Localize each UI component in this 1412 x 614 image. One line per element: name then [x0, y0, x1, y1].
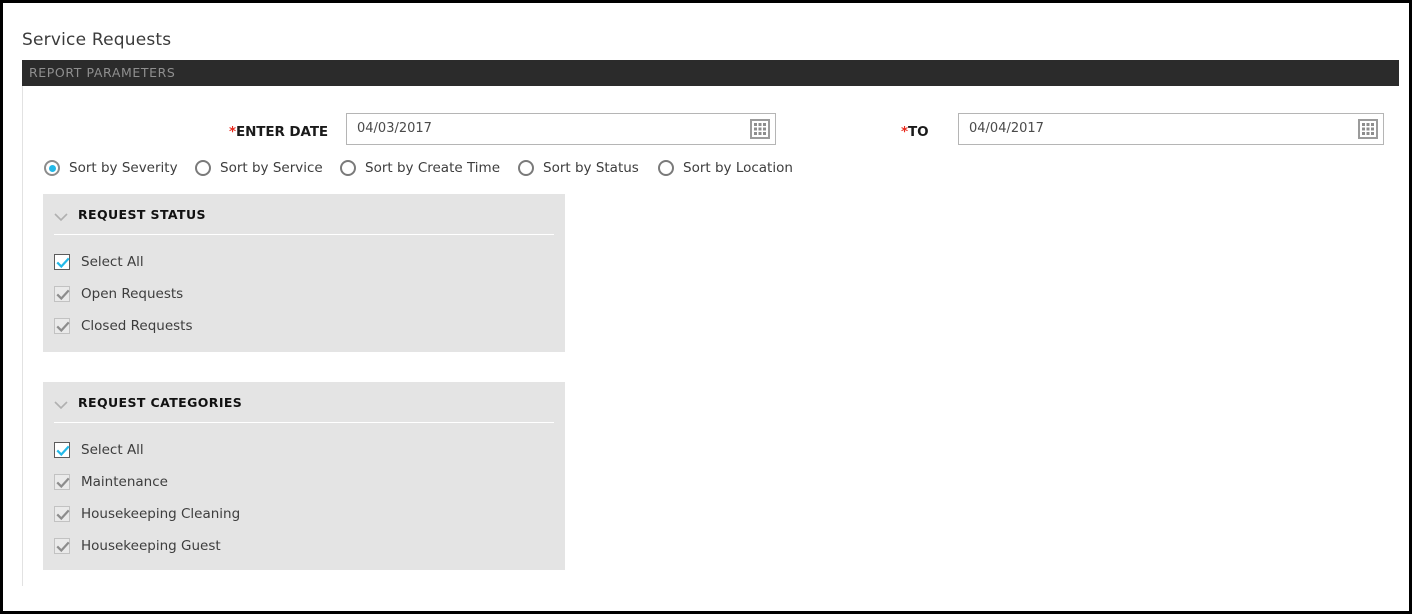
checkbox-mark[interactable]	[54, 506, 70, 522]
checkbox-mark[interactable]	[54, 474, 70, 490]
radio-sort-option-2[interactable]: Sort by Create Time	[340, 156, 500, 180]
check-icon	[56, 320, 70, 334]
radio-label: Sort by Create Time	[365, 160, 500, 176]
panel-body: Select All Maintenance Housekeeping Cleani…	[43, 424, 565, 562]
radio-label: Sort by Service	[220, 160, 323, 176]
panel-title: REQUEST STATUS	[78, 207, 206, 222]
panel-header[interactable]: REQUEST CATEGORIES	[43, 382, 565, 424]
check-icon	[56, 476, 70, 490]
checkbox-item[interactable]: Select All	[43, 246, 565, 278]
to-date-value[interactable]: 04/04/2017	[969, 121, 1044, 136]
checkbox-label: Open Requests	[81, 286, 183, 302]
checkbox-item[interactable]: Housekeeping Cleaning	[43, 498, 565, 530]
radio-mark[interactable]	[518, 160, 534, 176]
checkbox-label: Housekeeping Cleaning	[81, 506, 240, 522]
radio-label: Sort by Location	[683, 160, 793, 176]
checkbox-mark[interactable]	[54, 318, 70, 334]
enter-date-label: *ENTER DATE	[229, 124, 328, 140]
check-icon	[56, 288, 70, 302]
checkbox-select-all[interactable]	[54, 254, 70, 270]
radio-label: Sort by Severity	[69, 160, 178, 176]
check-icon	[56, 540, 70, 554]
radio-mark[interactable]	[340, 160, 356, 176]
checkbox-label: Select All	[81, 442, 144, 458]
checkbox-label: Maintenance	[81, 474, 168, 490]
checkbox-item[interactable]: Open Requests	[43, 278, 565, 310]
checkbox-item[interactable]: Closed Requests	[43, 310, 565, 342]
enter-date-label-text: ENTER DATE	[236, 124, 328, 140]
check-icon	[56, 444, 70, 458]
radio-sort-option-4[interactable]: Sort by Location	[658, 156, 793, 180]
chevron-down-icon[interactable]	[54, 395, 68, 404]
required-asterisk: *	[901, 124, 908, 140]
checkbox-mark[interactable]	[54, 538, 70, 554]
check-icon	[56, 508, 70, 522]
panel-divider	[54, 422, 554, 423]
chevron-down-icon[interactable]	[54, 207, 68, 216]
checkbox-label: Select All	[81, 254, 144, 270]
check-icon	[56, 256, 70, 270]
radio-label: Sort by Status	[543, 160, 639, 176]
radio-mark[interactable]	[658, 160, 674, 176]
calendar-icon[interactable]	[750, 119, 770, 139]
radio-mark[interactable]	[195, 160, 211, 176]
to-date-label-text: TO	[908, 124, 929, 140]
panel-body: Select All Open Requests Closed Requests	[43, 236, 565, 342]
radio-sort-option-1[interactable]: Sort by Service	[195, 156, 323, 180]
date-range-row: *ENTER DATE 04/03/2017 *TO 04/04/2017	[3, 108, 1409, 152]
checkbox-item[interactable]: Housekeeping Guest	[43, 530, 565, 562]
panel-divider	[54, 234, 554, 235]
required-asterisk: *	[229, 124, 236, 140]
to-date-field[interactable]: 04/04/2017	[958, 113, 1384, 145]
report-parameters-bar: REPORT PARAMETERS	[22, 60, 1399, 86]
panel-request-categories: REQUEST CATEGORIES Select All Maintenance…	[43, 382, 565, 570]
radio-mark[interactable]	[44, 160, 60, 176]
radio-sort-option-3[interactable]: Sort by Status	[518, 156, 639, 180]
checkbox-item[interactable]: Select All	[43, 434, 565, 466]
enter-date-field[interactable]: 04/03/2017	[346, 113, 776, 145]
panel-header[interactable]: REQUEST STATUS	[43, 194, 565, 236]
checkbox-label: Closed Requests	[81, 318, 193, 334]
calendar-icon[interactable]	[1358, 119, 1378, 139]
panel-request-status: REQUEST STATUS Select All Open Requests Cl…	[43, 194, 565, 352]
checkbox-item[interactable]: Maintenance	[43, 466, 565, 498]
radio-sort-option-0[interactable]: Sort by Severity	[44, 156, 178, 180]
to-date-label: *TO	[901, 124, 928, 140]
section-bar-label: REPORT PARAMETERS	[29, 65, 175, 80]
enter-date-value[interactable]: 04/03/2017	[357, 121, 432, 136]
checkbox-label: Housekeeping Guest	[81, 538, 221, 554]
left-vertical-rule	[22, 86, 23, 586]
checkbox-mark[interactable]	[54, 286, 70, 302]
checkbox-select-all[interactable]	[54, 442, 70, 458]
page-title: Service Requests	[22, 30, 171, 50]
panel-title: REQUEST CATEGORIES	[78, 395, 242, 410]
report-parameters-screen: Service Requests REPORT PARAMETERS *ENTE…	[0, 0, 1412, 614]
